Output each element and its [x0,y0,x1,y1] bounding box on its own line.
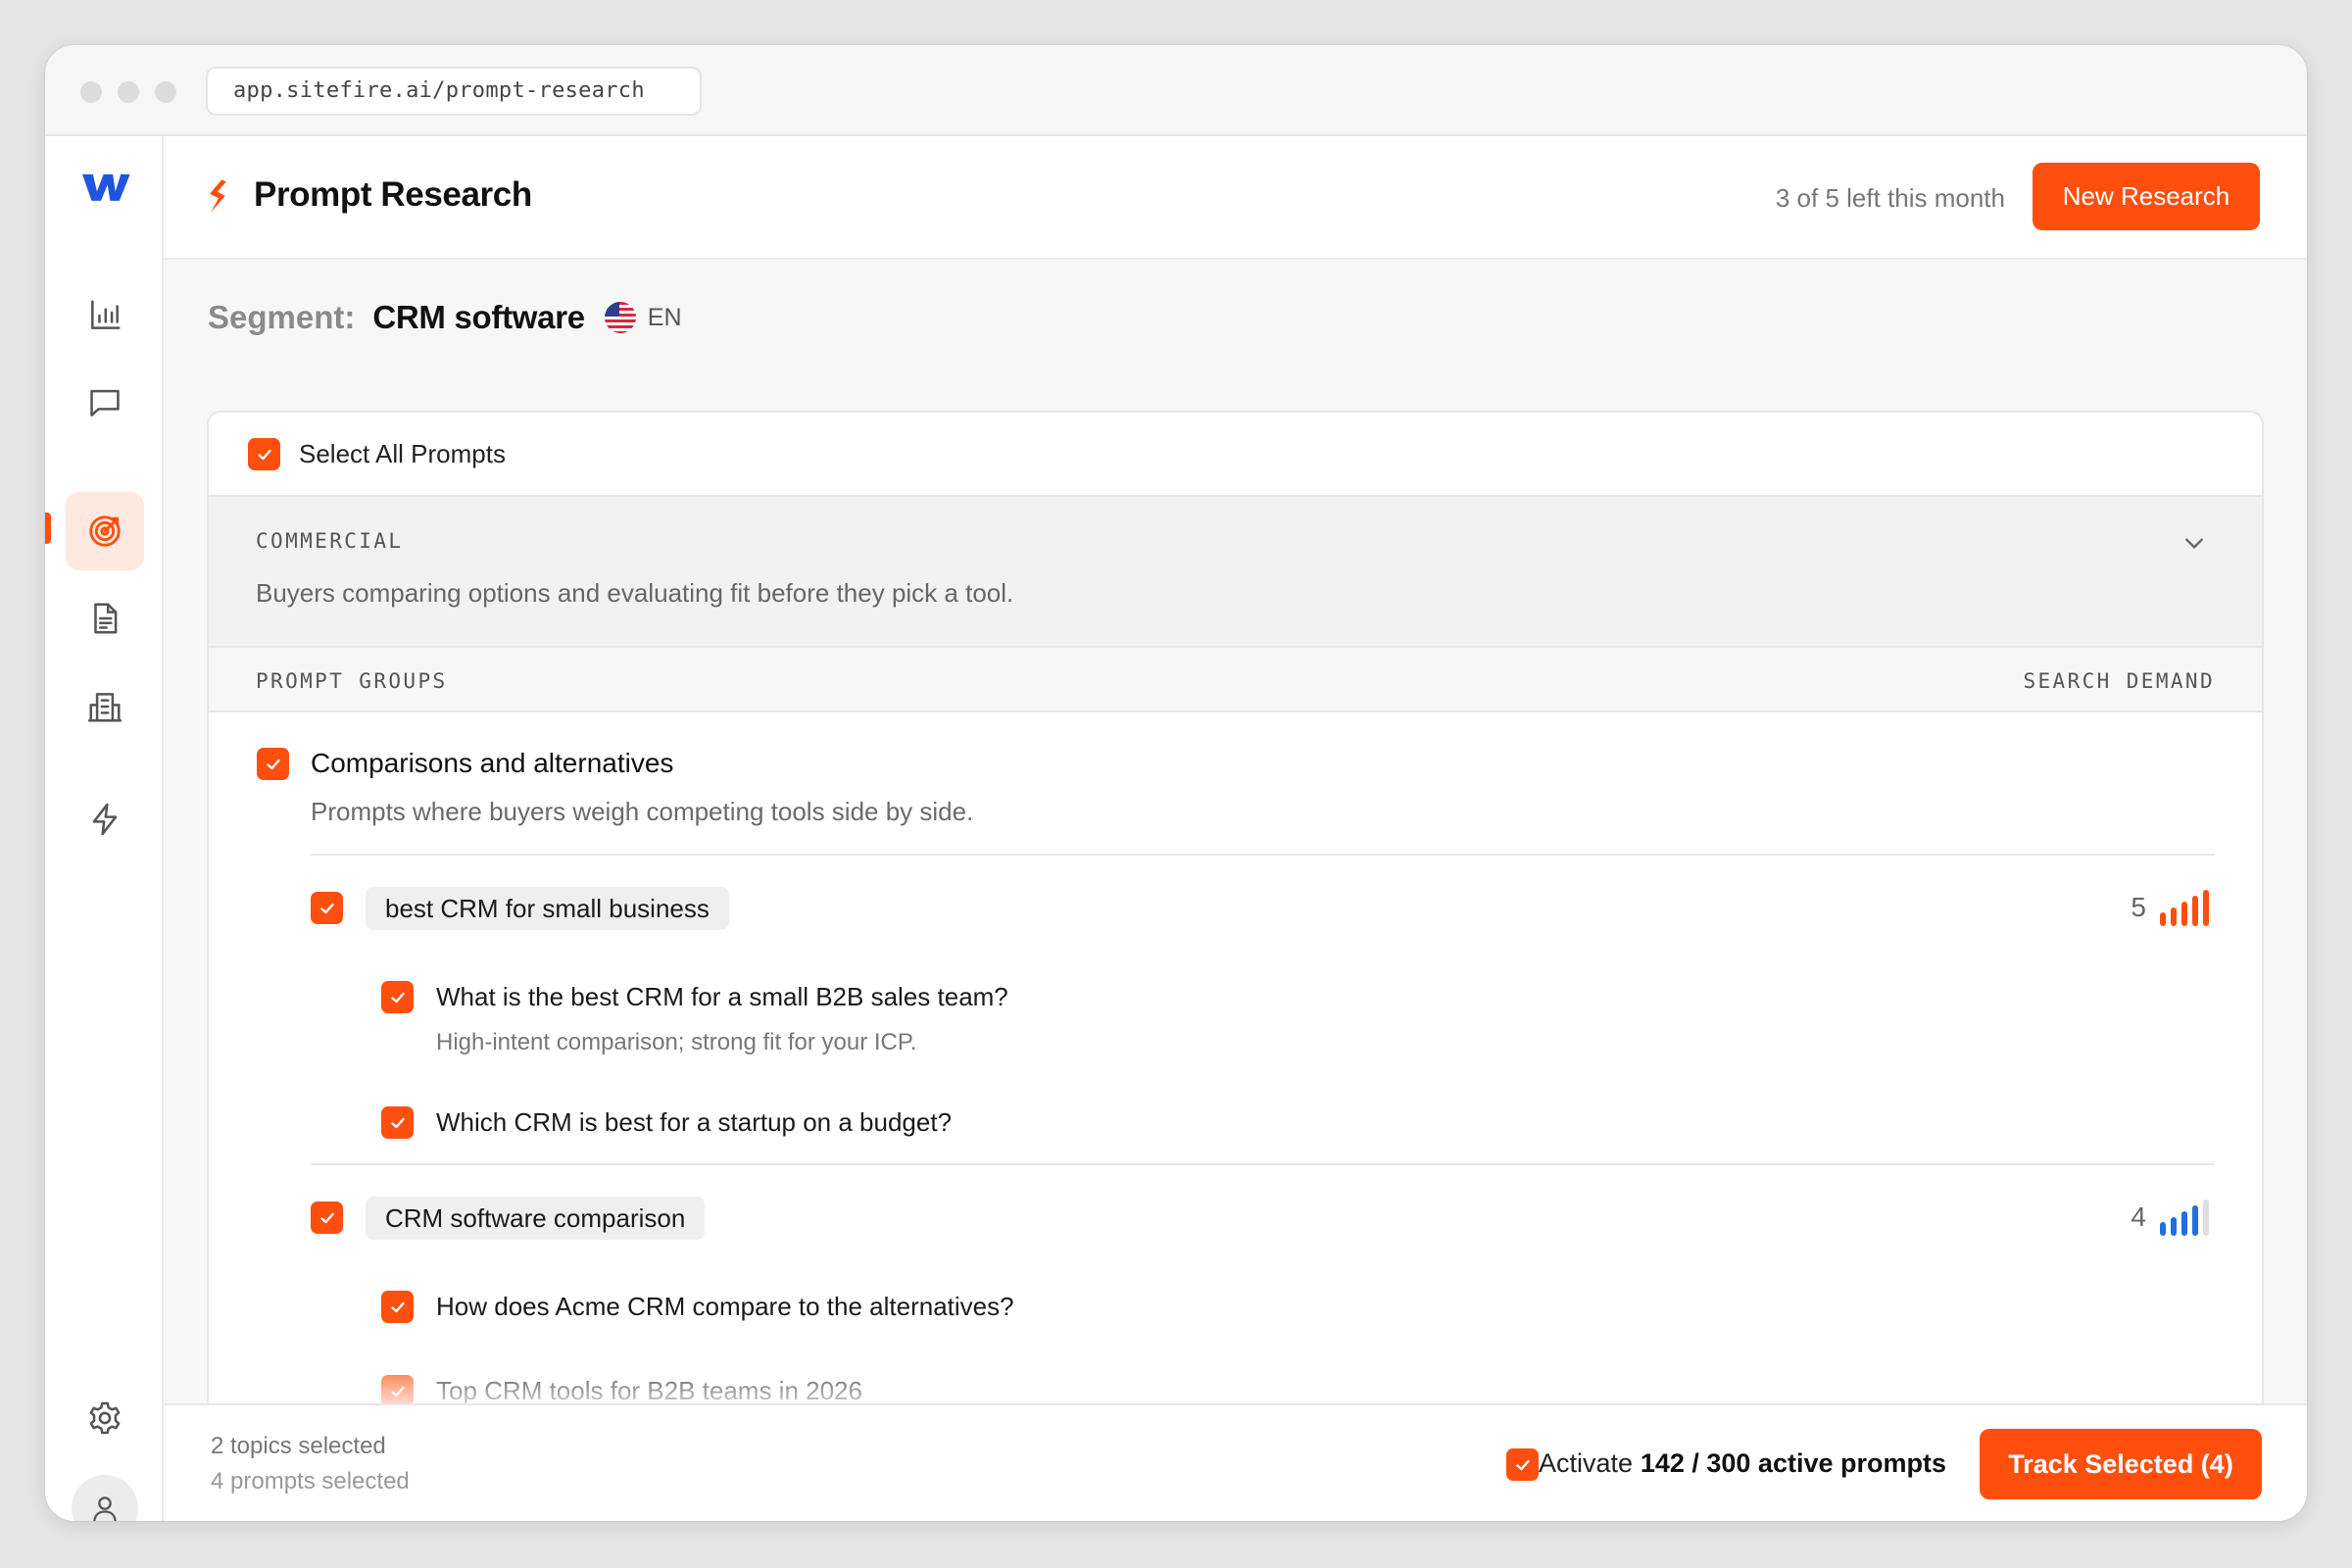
demand-bars-icon [2160,1200,2209,1236]
webflow-logo-icon[interactable] [66,147,144,225]
check-icon [390,1386,405,1396]
window-maximize-dot[interactable] [155,81,176,103]
prompt-checkbox[interactable] [381,1106,414,1139]
check-icon [390,992,405,1003]
research-quota: 3 of 5 left this month [1775,183,2005,213]
search-demand-value: 4 [2131,1201,2146,1232]
prompt-checkbox[interactable] [381,981,414,1013]
check-icon [390,1117,405,1128]
prompts-selected-count: 4 prompts selected [211,1468,410,1494]
prompt-groups-header: PROMPT GROUPS [256,669,448,693]
new-research-button[interactable]: New Research [2033,163,2260,230]
active-nav-indicator [45,513,51,544]
bar-chart-icon[interactable] [66,276,144,355]
category-title: COMMERCIAL [256,529,404,553]
window-close-dot[interactable] [80,81,102,103]
demand-bar [2171,1217,2177,1236]
category-description: Buyers comparing options and evaluating … [256,578,1014,608]
divider [311,854,2215,856]
check-icon [1515,1459,1530,1470]
topics-selected-count: 2 topics selected [211,1433,386,1459]
prompt-text: Top CRM tools for B2B teams in 2026 [436,1376,862,1405]
segment-bar: Segment: CRM software EN [208,299,682,336]
gear-icon[interactable] [66,1379,144,1457]
demand-bars-icon [2160,890,2209,926]
selection-footer: 2 topics selected 4 prompts selected Act… [164,1403,2307,1521]
check-icon [266,759,280,769]
page-header: Prompt Research 3 of 5 left this month N… [164,136,2307,260]
demand-bar [2171,907,2177,926]
topic-checkbox[interactable] [311,1201,343,1234]
check-icon [390,1301,405,1312]
us-flag-icon [604,302,636,333]
group-checkbox[interactable] [257,748,289,780]
demand-bar [2203,890,2209,926]
segment-label: Segment: [208,299,356,335]
search-demand-header: SEARCH DEMAND [2023,669,2215,693]
column-headers: PROMPT GROUPS SEARCH DEMAND [209,648,2262,712]
prompt-research-card: Select All Prompts COMMERCIAL Buyers com… [207,411,2264,1413]
segment-value: CRM software [372,299,585,335]
check-icon [257,449,271,460]
active-prompts-count: 142 / 300 active prompts [1640,1448,1946,1478]
main-content: Prompt Research 3 of 5 left this month N… [164,136,2307,1521]
topic-chip[interactable]: CRM software comparison [366,1197,706,1240]
address-bar[interactable]: app.sitefire.ai/prompt-research [206,67,702,116]
demand-bar [2192,1205,2198,1236]
demand-bar [2192,896,2198,926]
check-icon [319,1212,334,1223]
demand-bar [2181,902,2187,926]
user-avatar[interactable] [72,1475,138,1521]
check-icon [319,903,334,913]
sidebar [45,136,164,1521]
topic-chip[interactable]: best CRM for small business [366,887,729,930]
browser-chrome: app.sitefire.ai/prompt-research [45,45,2307,136]
group-description: Prompts where buyers weigh competing too… [311,797,974,826]
prompt-note: High-intent comparison; strong fit for y… [436,1029,917,1055]
demand-bar [2160,1222,2166,1236]
user-icon [93,1496,117,1521]
prompt-text: Which CRM is best for a startup on a bud… [436,1107,953,1137]
select-all-row: Select All Prompts [209,413,2262,497]
browser-window: app.sitefire.ai/prompt-research Prompt R… [45,45,2307,1521]
category-section[interactable]: COMMERCIAL Buyers comparing options and … [209,497,2262,648]
prompt-text: How does Acme CRM compare to the alterna… [436,1292,1014,1321]
topic-checkbox[interactable] [311,892,343,924]
window-minimize-dot[interactable] [118,81,139,103]
prompt-text: What is the best CRM for a small B2B sal… [436,982,1008,1011]
divider [311,1163,2215,1165]
activate-label: Activate [1538,1448,1633,1478]
page-title: Prompt Research [254,175,532,214]
select-all-label: Select All Prompts [299,439,506,468]
demand-bar [2203,1200,2209,1236]
lightning-icon[interactable] [66,780,144,858]
target-icon[interactable] [66,492,144,570]
group-title: Comparisons and alternatives [311,748,674,778]
demand-bar [2181,1211,2187,1236]
track-selected-button[interactable]: Track Selected (4) [1980,1429,2262,1499]
language-code: EN [647,303,682,331]
select-all-checkbox[interactable] [248,438,280,470]
activate-checkbox[interactable] [1506,1448,1539,1481]
prompt-checkbox[interactable] [381,1291,414,1323]
building-icon[interactable] [66,667,144,746]
search-demand-value: 5 [2131,892,2146,922]
document-icon[interactable] [66,579,144,658]
sitefire-logo-icon [210,179,226,213]
chevron-down-icon[interactable] [2183,532,2205,554]
demand-bar [2160,912,2166,926]
chat-icon[interactable] [66,364,144,442]
